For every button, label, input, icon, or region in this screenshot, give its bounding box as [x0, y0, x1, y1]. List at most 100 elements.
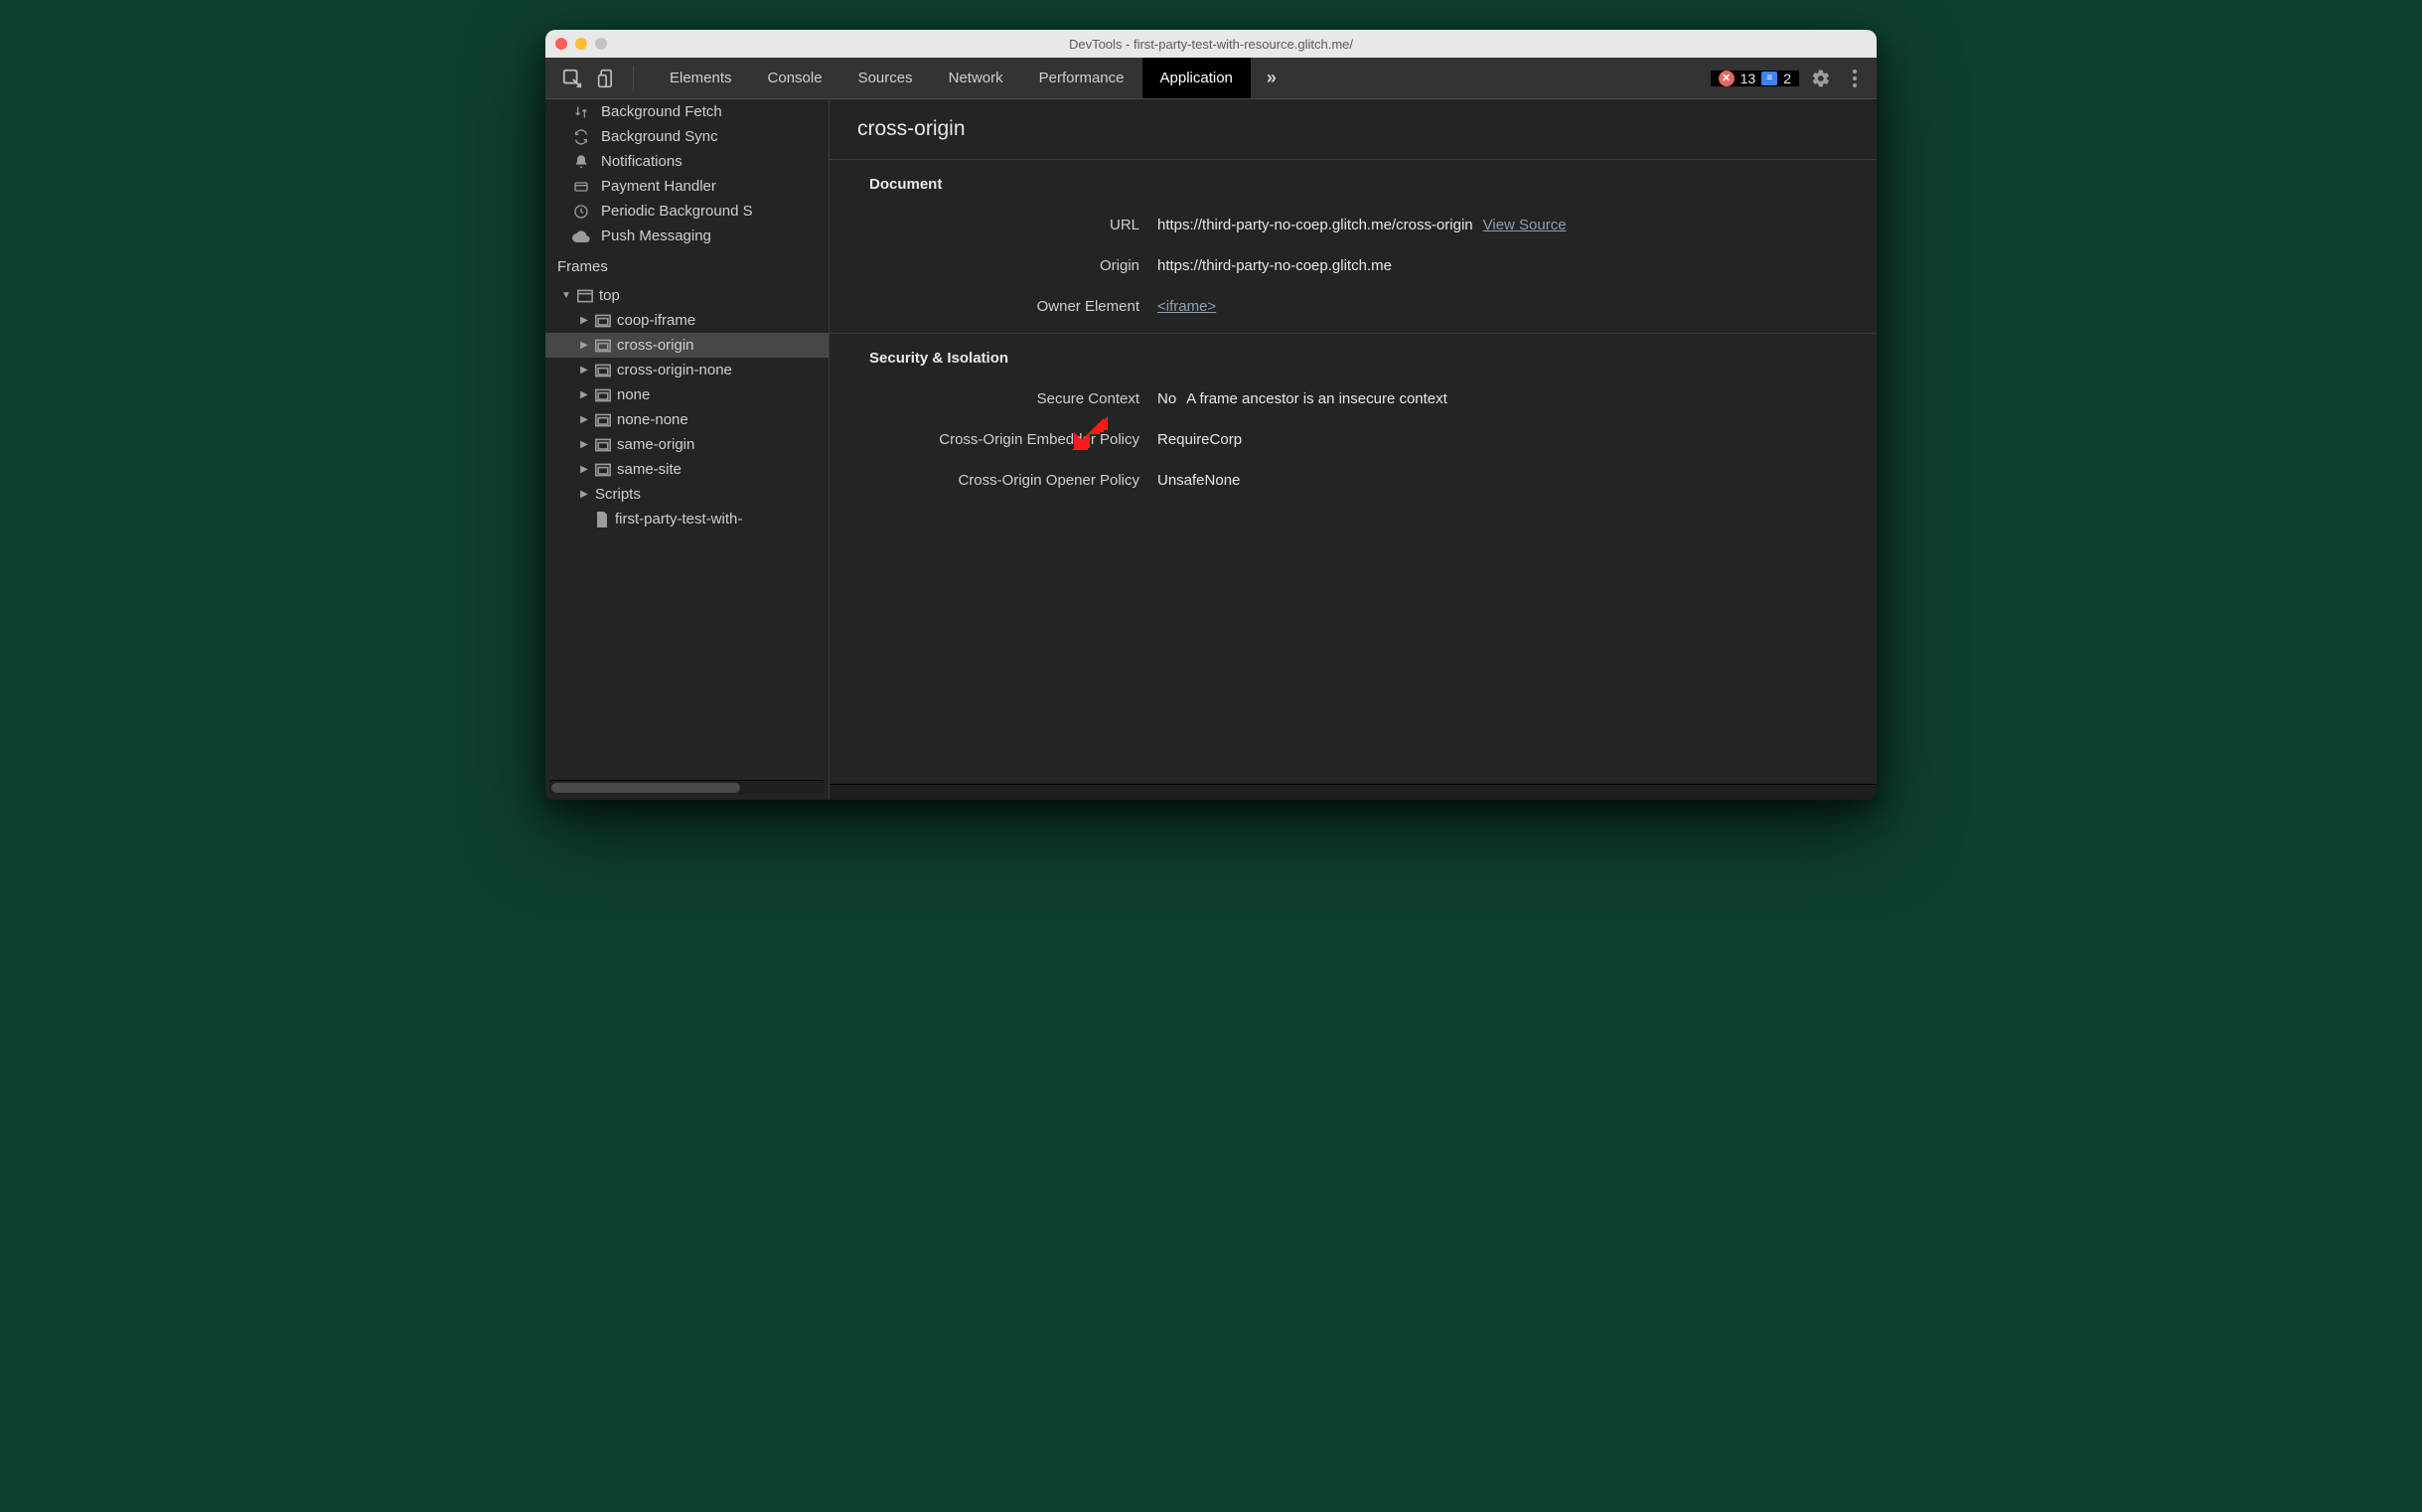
frame-tree-item-scripts[interactable]: ▶ Scripts [545, 482, 829, 507]
coop-value: UnsafeNone [1157, 472, 1240, 489]
frame-tree-item-label: none [617, 386, 650, 403]
maximize-window-button[interactable] [595, 38, 607, 50]
row-owner-element: Owner Element <iframe> [830, 286, 1877, 327]
coep-label: Cross-Origin Embedder Policy [830, 431, 1157, 448]
tab-elements[interactable]: Elements [652, 58, 750, 98]
window-icon [577, 289, 593, 303]
sidebar-item-label: Payment Handler [601, 178, 716, 195]
coep-value: RequireCorp [1157, 431, 1242, 448]
window-title: DevTools - first-party-test-with-resourc… [545, 37, 1877, 52]
row-coop: Cross-Origin Opener Policy UnsafeNone [830, 460, 1877, 501]
issue-counters[interactable]: ✕ 13 ≡ 2 [1711, 71, 1799, 86]
traffic-lights [555, 38, 607, 50]
info-icon: ≡ [1761, 72, 1777, 85]
clock-icon [571, 204, 591, 220]
frame-tree-item-label: coop-iframe [617, 312, 695, 329]
chevron-right-icon: ▶ [579, 489, 589, 500]
frame-tree-item-cross-origin-none[interactable]: ▶ cross-origin-none [545, 358, 829, 382]
settings-icon[interactable] [1809, 69, 1833, 88]
tab-application[interactable]: Application [1142, 58, 1251, 98]
main-area: Background Fetch Background Sync Notific… [545, 99, 1877, 800]
frame-tree-item-coop-iframe[interactable]: ▶ coop-iframe [545, 308, 829, 333]
inspect-icon[interactable] [561, 68, 583, 89]
detail-horizontal-scrollbar[interactable] [830, 784, 1877, 800]
frame-detail-pane: cross-origin Document URL https://third-… [830, 99, 1877, 800]
scrollbar-thumb[interactable] [551, 783, 740, 793]
kebab-menu-icon[interactable] [1843, 69, 1867, 88]
frame-tree-item-document[interactable]: first-party-test-with- [545, 507, 829, 531]
secure-context-value: No [1157, 390, 1176, 407]
frame-tree-item-none[interactable]: ▶ none [545, 382, 829, 407]
owner-element-link[interactable]: <iframe> [1157, 298, 1216, 315]
frame-icon [595, 364, 611, 378]
frame-tree-root[interactable]: ▼ top [545, 283, 829, 308]
frame-tree-item-same-site[interactable]: ▶ same-site [545, 457, 829, 482]
frame-icon [595, 413, 611, 427]
origin-label: Origin [830, 257, 1157, 274]
close-window-button[interactable] [555, 38, 567, 50]
row-url: URL https://third-party-no-coep.glitch.m… [830, 205, 1877, 245]
frame-tree-item-cross-origin[interactable]: ▶ cross-origin [545, 333, 829, 358]
tab-performance[interactable]: Performance [1021, 58, 1142, 98]
frame-tree-item-label: none-none [617, 411, 688, 428]
frame-tree-item-label: Scripts [595, 486, 641, 503]
updown-icon [571, 104, 591, 120]
chevron-down-icon: ▼ [561, 290, 571, 301]
sidebar-item-notifications[interactable]: Notifications [545, 149, 829, 174]
frame-tree-item-label: same-origin [617, 436, 694, 453]
sidebar-item-label: Background Sync [601, 128, 718, 145]
more-tabs-button[interactable]: » [1251, 68, 1292, 88]
frame-icon [595, 388, 611, 402]
sidebar-item-periodic-sync[interactable]: Periodic Background S [545, 199, 829, 224]
row-coep: Cross-Origin Embedder Policy RequireCorp [830, 419, 1877, 460]
sidebar-item-background-sync[interactable]: Background Sync [545, 124, 829, 149]
frame-icon [595, 314, 611, 328]
frame-tree-root-label: top [599, 287, 620, 304]
devtools-window: DevTools - first-party-test-with-resourc… [545, 30, 1877, 800]
tab-sources[interactable]: Sources [840, 58, 931, 98]
sidebar-item-payment-handler[interactable]: Payment Handler [545, 174, 829, 199]
document-section-header: Document [830, 160, 1877, 205]
minimize-window-button[interactable] [575, 38, 587, 50]
view-source-link[interactable]: View Source [1483, 217, 1567, 233]
info-count: 2 [1783, 71, 1791, 86]
owner-element-label: Owner Element [830, 298, 1157, 315]
application-sidebar: Background Fetch Background Sync Notific… [545, 99, 830, 800]
url-value: https://third-party-no-coep.glitch.me/cr… [1157, 217, 1473, 233]
frame-tree-item-none-none[interactable]: ▶ none-none [545, 407, 829, 432]
frame-tree-item-label: first-party-test-with- [615, 511, 742, 528]
frame-tree-item-label: cross-origin-none [617, 362, 732, 378]
chevron-right-icon: ▶ [579, 365, 589, 376]
chevron-right-icon: ▶ [579, 340, 589, 351]
frame-tree-item-label: same-site [617, 461, 681, 478]
tab-console[interactable]: Console [750, 58, 840, 98]
frame-tree-item-label: cross-origin [617, 337, 694, 354]
origin-value: https://third-party-no-coep.glitch.me [1157, 257, 1392, 274]
device-toggle-icon[interactable] [597, 69, 617, 88]
sidebar-item-label: Notifications [601, 153, 682, 170]
document-icon [595, 512, 609, 528]
titlebar: DevTools - first-party-test-with-resourc… [545, 30, 1877, 58]
frame-icon [595, 438, 611, 452]
error-icon: ✕ [1719, 71, 1735, 86]
row-origin: Origin https://third-party-no-coep.glitc… [830, 245, 1877, 286]
sidebar-item-push-messaging[interactable]: Push Messaging [545, 224, 829, 248]
main-toolbar: Elements Console Sources Network Perform… [545, 58, 1877, 99]
frame-tree-item-same-origin[interactable]: ▶ same-origin [545, 432, 829, 457]
panel-tabs: Elements Console Sources Network Perform… [652, 58, 1251, 98]
frame-icon [595, 339, 611, 353]
row-secure-context: Secure Context No A frame ancestor is an… [830, 378, 1877, 419]
frame-icon [595, 463, 611, 477]
sidebar-item-label: Periodic Background S [601, 203, 753, 220]
sidebar-item-background-fetch[interactable]: Background Fetch [545, 99, 829, 124]
tab-network[interactable]: Network [931, 58, 1021, 98]
cloud-icon [571, 229, 591, 243]
coop-label: Cross-Origin Opener Policy [830, 472, 1157, 489]
sidebar-horizontal-scrollbar[interactable] [549, 780, 825, 794]
chevron-right-icon: ▶ [579, 439, 589, 450]
sidebar-item-label: Background Fetch [601, 103, 722, 120]
frames-section-header: Frames [545, 248, 829, 283]
secure-context-note: A frame ancestor is an insecure context [1186, 390, 1447, 407]
chevron-right-icon: ▶ [579, 389, 589, 400]
sync-icon [571, 129, 591, 145]
